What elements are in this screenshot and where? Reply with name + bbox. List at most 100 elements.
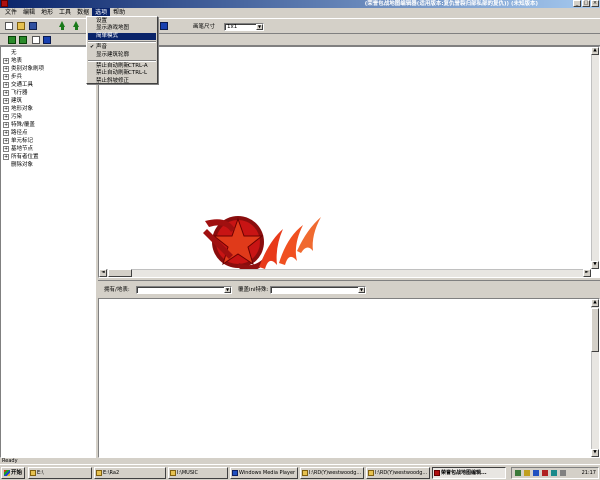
tree-item[interactable]: + 建筑 bbox=[3, 97, 95, 105]
menu-file[interactable]: 文件 bbox=[2, 8, 20, 18]
tree-item[interactable]: + 污染 bbox=[3, 113, 95, 121]
expand-plus-icon[interactable]: + bbox=[3, 138, 9, 144]
input-method-icon[interactable] bbox=[533, 470, 539, 476]
security-icon[interactable] bbox=[542, 470, 548, 476]
map-view[interactable]: ▲ ▼ ◄ ► bbox=[98, 46, 600, 278]
options-menu-item[interactable]: 显示游戏地图 bbox=[88, 25, 156, 32]
options-menu-item[interactable]: 禁止自动刷新 CTRL-L bbox=[88, 70, 156, 77]
tree-item-label: 特殊/覆盖 bbox=[11, 122, 35, 128]
menu-tools[interactable]: 工具 bbox=[56, 8, 74, 18]
checkmark-icon: ✔ bbox=[90, 44, 95, 51]
options-menu-item-label: 显示游戏地图 bbox=[96, 25, 130, 32]
save-disk-icon[interactable] bbox=[29, 22, 37, 30]
tree-item[interactable]: + 交通工具 bbox=[3, 81, 95, 89]
scroll-up-icon[interactable]: ▲ bbox=[591, 47, 599, 55]
expand-plus-icon[interactable]: + bbox=[3, 58, 9, 64]
terrain-lower-icon[interactable] bbox=[72, 21, 81, 30]
minimap-icon[interactable] bbox=[43, 36, 51, 44]
tree-item-label: 飞行器 bbox=[11, 90, 28, 96]
tree-item[interactable]: + 飞行器 bbox=[3, 89, 95, 97]
options-menu-item-label: 声音 bbox=[96, 44, 108, 51]
menu-terrain[interactable]: 地形 bbox=[38, 8, 56, 18]
close-button[interactable]: × bbox=[591, 0, 599, 7]
expand-plus-icon[interactable]: + bbox=[3, 122, 9, 128]
object-tree-panel: 无 + 地表 + 类别对象刷项 + 步兵 + 交通工具 + 飞行器 + 建筑 + 地形对象 + 污染 + 特殊/覆盖… bbox=[0, 46, 96, 458]
task-button-media-player[interactable]: Windows Media Player bbox=[230, 467, 298, 479]
display-icon[interactable] bbox=[551, 470, 557, 476]
chevron-down-icon[interactable]: ▼ bbox=[224, 287, 231, 293]
options-menu-item[interactable]: 禁止斜坡修正 bbox=[88, 78, 156, 85]
expand-plus-icon[interactable]: + bbox=[3, 154, 9, 160]
start-button[interactable]: 开始 bbox=[1, 467, 25, 479]
expand-plus-icon[interactable]: + bbox=[3, 82, 9, 88]
object-list-area[interactable]: ▲ ▼ bbox=[98, 298, 600, 458]
scroll-down-icon[interactable]: ▼ bbox=[591, 449, 599, 457]
shortcut-label: CTRL-A bbox=[128, 62, 148, 69]
tree-item[interactable]: + 地表 bbox=[3, 57, 95, 65]
tree-item[interactable]: + 基地节点 bbox=[3, 145, 95, 153]
maximize-button[interactable]: □ bbox=[582, 0, 590, 7]
title-bar: (荣誉包战地图编辑器(适用版本:复仇誉裂归部私部的复仇)) (未知版本) _ □… bbox=[0, 0, 600, 8]
terrain-raise-icon[interactable] bbox=[58, 21, 67, 30]
properties-icon[interactable] bbox=[32, 36, 40, 44]
network-icon[interactable] bbox=[515, 470, 521, 476]
owner-filter-select[interactable]: ▼ bbox=[136, 286, 232, 294]
expand-plus-icon[interactable]: + bbox=[3, 130, 9, 136]
brush-size-select[interactable]: 1x1 ▼ bbox=[224, 23, 264, 31]
tree-item[interactable]: + 单元标记 bbox=[3, 137, 95, 145]
tree-item[interactable]: + 类别对象刷项 bbox=[3, 65, 95, 73]
menu-edit[interactable]: 编辑 bbox=[20, 8, 38, 18]
horizontal-scroll-thumb[interactable] bbox=[108, 269, 132, 277]
tree-item[interactable]: + 步兵 bbox=[3, 73, 95, 81]
scroll-down-icon[interactable]: ▼ bbox=[591, 261, 599, 269]
vertical-scroll-thumb[interactable] bbox=[591, 308, 599, 352]
chevron-down-icon[interactable]: ▼ bbox=[358, 287, 365, 293]
expand-plus-icon[interactable]: + bbox=[3, 66, 9, 72]
task-button-ra2[interactable]: E:\Ra2 bbox=[94, 467, 166, 479]
map-horizontal-scrollbar[interactable]: ◄ ► bbox=[99, 269, 591, 277]
tree-item[interactable]: + 地形对象 bbox=[3, 105, 95, 113]
ini-filter-select[interactable]: ▼ bbox=[270, 286, 366, 294]
task-button-map-editor[interactable]: 荣誉包战地图编辑... bbox=[432, 467, 506, 479]
expand-plus-icon[interactable]: + bbox=[3, 74, 9, 80]
minimize-button[interactable]: _ bbox=[573, 0, 581, 7]
task-button-westwood-2[interactable]: I:\RD(Y)westwoodg... bbox=[366, 467, 430, 479]
list-vertical-scrollbar[interactable]: ▲ ▼ bbox=[591, 299, 599, 457]
tree-item-label: 无 bbox=[11, 50, 17, 56]
options-menu-item[interactable]: 显示建筑轮廓 bbox=[88, 52, 156, 59]
task-button-westwood-1[interactable]: I:\RD(Y)westwoodg... bbox=[300, 467, 364, 479]
chevron-down-icon[interactable]: ▼ bbox=[256, 24, 263, 30]
tree-item[interactable]: + 路径点 bbox=[3, 129, 95, 137]
expand-plus-icon[interactable]: + bbox=[3, 90, 9, 96]
tree-item[interactable]: 删除对象 bbox=[3, 161, 95, 169]
scroll-up-icon[interactable]: ▲ bbox=[591, 299, 599, 307]
options-menu-item[interactable]: 简单模式 bbox=[88, 32, 156, 41]
layer-icon[interactable] bbox=[160, 22, 168, 30]
options-menu-item-label: 禁止自动刷新 bbox=[96, 70, 130, 77]
scroll-right-icon[interactable]: ► bbox=[583, 269, 591, 277]
quick-launch-item[interactable]: E:\ bbox=[28, 467, 92, 479]
tree-item[interactable]: + 所有者位置 bbox=[3, 153, 95, 161]
tree-item[interactable]: + 特殊/覆盖 bbox=[3, 121, 95, 129]
new-file-icon[interactable] bbox=[5, 22, 13, 30]
app-icon bbox=[434, 470, 440, 476]
scroll-left-icon[interactable]: ◄ bbox=[99, 269, 107, 277]
volume-icon[interactable] bbox=[524, 470, 530, 476]
options-menu-item[interactable]: ✔ 声音 bbox=[88, 44, 156, 51]
expand-plus-icon[interactable]: + bbox=[3, 98, 9, 104]
window-title: (荣誉包战地图编辑器(适用版本:复仇誉裂归部私部的复仇)) (未知版本) bbox=[364, 1, 538, 7]
expand-plus-icon[interactable]: + bbox=[3, 114, 9, 120]
usb-icon[interactable] bbox=[560, 470, 566, 476]
expand-plus-icon[interactable]: + bbox=[3, 146, 9, 152]
map-green-icon[interactable] bbox=[8, 36, 16, 44]
app-icon[interactable] bbox=[1, 0, 8, 7]
expand-plus-icon[interactable]: + bbox=[3, 106, 9, 112]
tree-item-label: 删除对象 bbox=[11, 162, 34, 168]
map-vertical-scrollbar[interactable]: ▲ ▼ bbox=[591, 47, 599, 269]
tree-item[interactable]: 无 bbox=[3, 49, 95, 57]
task-button-music[interactable]: I:\MUSIC bbox=[168, 467, 228, 479]
map-edit-icon[interactable] bbox=[19, 36, 27, 44]
open-folder-icon[interactable] bbox=[17, 22, 25, 30]
clock[interactable]: 21:17 bbox=[582, 468, 596, 478]
